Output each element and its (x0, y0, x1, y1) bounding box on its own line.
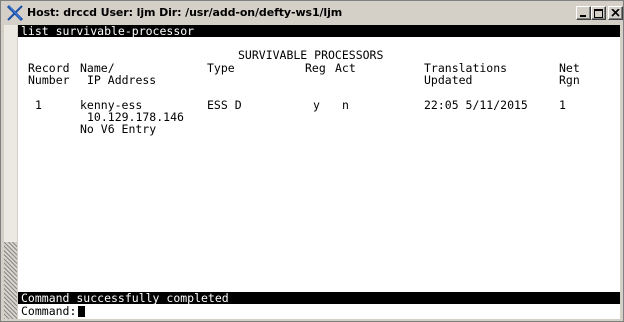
header-type: Type (207, 61, 235, 75)
close-button[interactable] (608, 6, 623, 20)
user-label: User: (100, 6, 133, 19)
prompt-label: Command: (21, 304, 77, 318)
header-act: Act (335, 61, 356, 75)
minimize-button[interactable] (576, 6, 591, 20)
row-net-rgn: 1 (559, 98, 566, 112)
command-line: list survivable-processor (18, 25, 620, 37)
row-type: ESS D (207, 98, 242, 112)
row-reg: y (313, 98, 320, 112)
row-updated: 22:05 5/11/2015 (424, 98, 528, 112)
x-logo-icon (6, 4, 24, 22)
title-bar[interactable]: Host: drccd User: ljm Dir: /usr/add-on/d… (3, 3, 623, 23)
text-cursor (78, 306, 86, 317)
close-icon (611, 9, 620, 17)
header-name-2: IP Address (87, 73, 157, 87)
window-title: Host: drccd User: ljm Dir: /usr/add-on/d… (27, 6, 342, 19)
scrollbar-thumb[interactable] (4, 242, 17, 319)
report-title: SURVIVABLE PROCESSORS (238, 48, 384, 62)
scrollbar-track[interactable] (4, 25, 17, 242)
header-net-2: Rgn (559, 73, 580, 87)
maximize-button[interactable] (591, 6, 606, 20)
row-act: n (342, 98, 349, 112)
status-message: Command successfully completed (18, 292, 620, 304)
header-translations-2: Updated (424, 73, 473, 87)
command-prompt[interactable]: Command: (21, 304, 86, 318)
header-reg: Reg (305, 61, 326, 75)
dir-value: /usr/add-on/defty-ws1/ljm (185, 6, 343, 19)
host-label: Host: (27, 6, 60, 19)
vertical-scrollbar[interactable] (4, 25, 17, 319)
row-v6: No V6 Entry (80, 122, 157, 136)
row-number: 1 (35, 98, 42, 112)
host-value: drccd (63, 6, 97, 19)
header-record-2: Number (28, 73, 70, 87)
terminal-window: Host: drccd User: ljm Dir: /usr/add-on/d… (0, 0, 624, 322)
dir-label: Dir: (159, 6, 182, 19)
terminal-screen[interactable]: list survivable-processor SURVIVABLE PRO… (18, 25, 620, 319)
user-value: ljm (136, 6, 156, 19)
